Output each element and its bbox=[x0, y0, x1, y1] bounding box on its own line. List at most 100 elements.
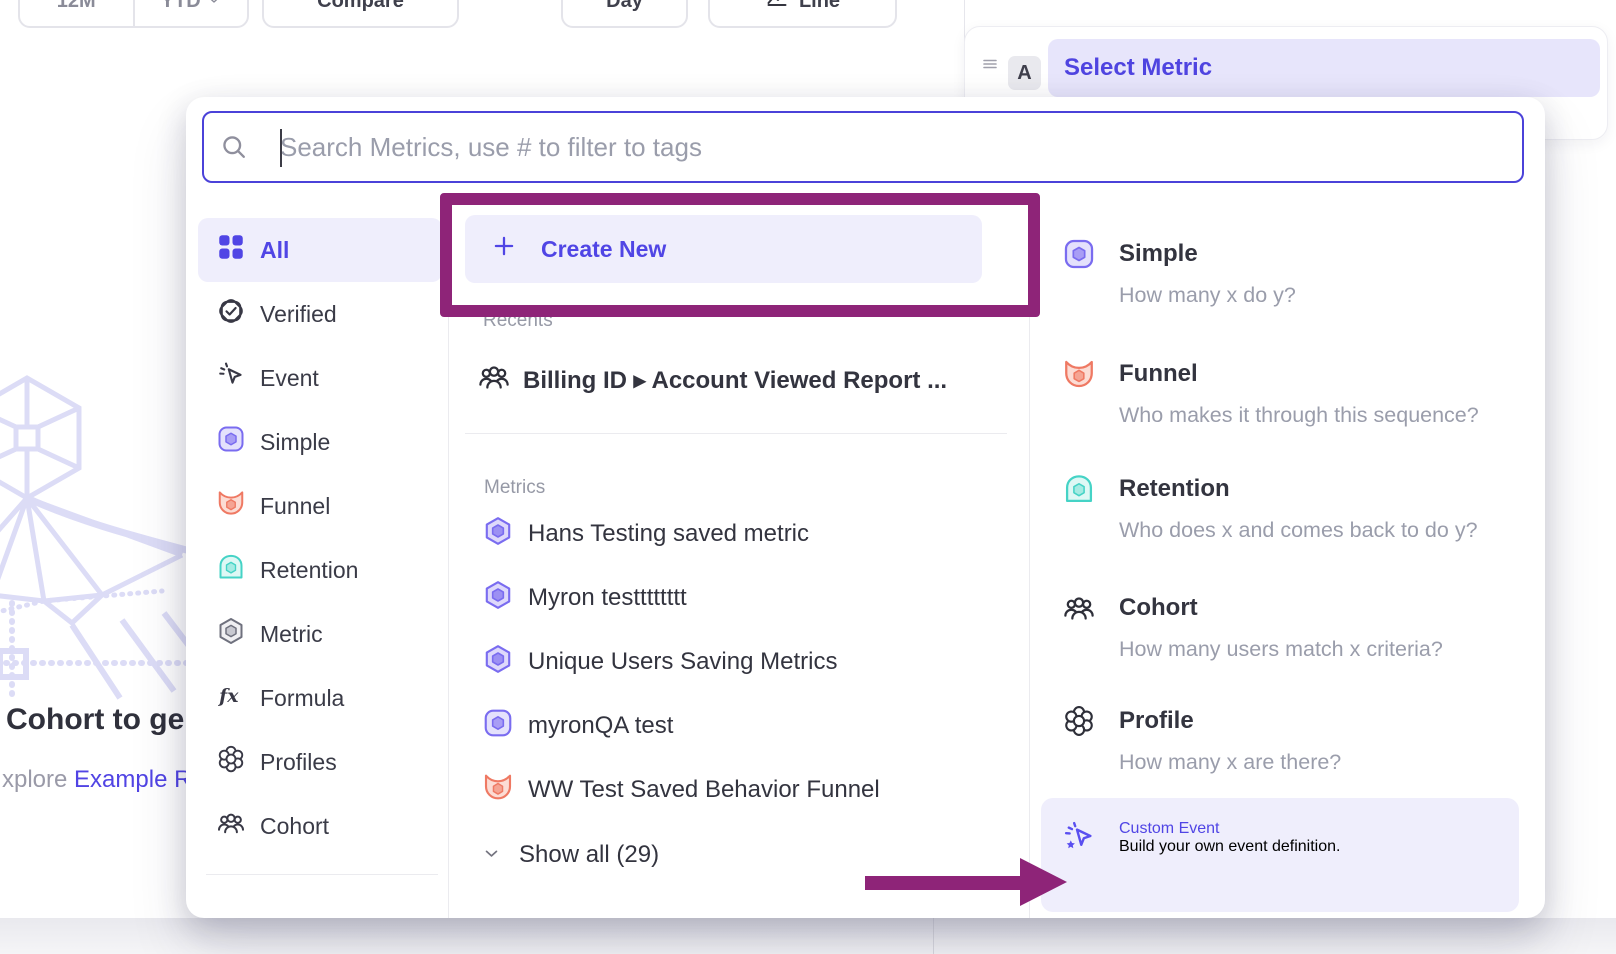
sidebar-label: Cohort bbox=[260, 813, 329, 840]
type-item-custom-event[interactable]: Custom EventBuild your own event definit… bbox=[1041, 798, 1519, 912]
sidebar-item-all[interactable]: All bbox=[198, 218, 442, 282]
create-new-button[interactable]: Create New bbox=[465, 215, 982, 283]
list-item-label: Hans Testing saved metric bbox=[528, 520, 809, 548]
search-box bbox=[202, 111, 1524, 183]
create-new-label: Create New bbox=[541, 236, 666, 263]
cohort-icon bbox=[1062, 591, 1096, 664]
search-input[interactable] bbox=[248, 131, 1522, 164]
list-item[interactable]: Unique Users Saving Metrics bbox=[482, 630, 1042, 694]
metrics-section-label: Metrics bbox=[484, 477, 545, 499]
list-item[interactable]: Hans Testing saved metric bbox=[482, 502, 1042, 566]
verified-icon bbox=[216, 296, 246, 332]
sidebar-item-formula[interactable]: fx Formula bbox=[198, 666, 442, 730]
simple-icon bbox=[1062, 237, 1096, 310]
saved-metric-icon bbox=[482, 515, 514, 554]
recents-section-label: Recents bbox=[483, 310, 553, 332]
list-item-label: myronQA test bbox=[528, 712, 673, 740]
type-title: Simple bbox=[1119, 237, 1296, 271]
drag-handle-icon[interactable] bbox=[981, 55, 999, 78]
simple-icon bbox=[482, 707, 514, 746]
sidebar-item-tags[interactable]: Tags bbox=[198, 901, 442, 918]
chart-type-label: Line bbox=[799, 0, 840, 13]
saved-metrics-list: Hans Testing saved metric Myron testtttt… bbox=[482, 502, 1042, 822]
sidebar-item-event[interactable]: Event bbox=[198, 346, 442, 410]
chart-type-button[interactable]: Line bbox=[708, 0, 897, 28]
cohort-icon bbox=[216, 808, 246, 844]
sidebar-label: Profiles bbox=[260, 749, 337, 776]
annotation-arrow bbox=[865, 876, 1022, 890]
list-item[interactable]: Myron testttttttt bbox=[482, 566, 1042, 630]
funnel-icon bbox=[216, 488, 246, 524]
sidebar-label: Formula bbox=[260, 685, 344, 712]
plus-icon bbox=[491, 233, 517, 265]
recent-item[interactable]: Billing ID ▸ Account Viewed Report ... bbox=[477, 361, 947, 399]
sidebar-item-profiles[interactable]: Profiles bbox=[198, 730, 442, 794]
type-desc: Who makes it through this sequence? bbox=[1119, 400, 1479, 430]
type-desc: How many x are there? bbox=[1119, 747, 1341, 777]
range-12m-label: 12M bbox=[57, 0, 96, 13]
sidebar-label: Retention bbox=[260, 557, 358, 584]
metric-picker-modal: All Verified Event Simple Funnel Retenti… bbox=[186, 97, 1545, 918]
section-divider bbox=[465, 433, 1007, 434]
list-item[interactable]: WW Test Saved Behavior Funnel bbox=[482, 758, 1042, 822]
sidebar-item-verified[interactable]: Verified bbox=[198, 282, 442, 346]
type-item-profile[interactable]: Profile How many x are there? bbox=[1044, 700, 1542, 777]
sidebar-label: Verified bbox=[260, 301, 337, 328]
tag-icon bbox=[216, 915, 246, 918]
type-item-cohort[interactable]: CohortHow many users match x criteria? bbox=[1044, 587, 1542, 664]
type-desc: How many x do y? bbox=[1119, 280, 1296, 310]
range-ytd-button[interactable]: YTD bbox=[135, 0, 248, 26]
sidebar-label: All bbox=[260, 237, 289, 264]
sidebar-item-cohort[interactable]: Cohort bbox=[198, 794, 442, 858]
compare-button[interactable]: Compare bbox=[262, 0, 459, 28]
sidebar-item-simple[interactable]: Simple bbox=[198, 410, 442, 474]
sidebar-label: Simple bbox=[260, 429, 330, 456]
grid-icon bbox=[216, 232, 246, 268]
list-item-label: WW Test Saved Behavior Funnel bbox=[528, 776, 880, 804]
select-metric-field[interactable]: Select Metric bbox=[1048, 39, 1600, 97]
sidebar-item-retention[interactable]: Retention bbox=[198, 538, 442, 602]
chevron-down-icon bbox=[207, 0, 221, 13]
empty-state-headline: r Cohort to ge bbox=[0, 703, 184, 737]
profile-icon bbox=[1062, 704, 1096, 777]
interval-button[interactable]: Day bbox=[561, 0, 688, 28]
annotation-arrow-head bbox=[1020, 858, 1067, 906]
sidebar-divider bbox=[206, 874, 438, 875]
type-item-simple[interactable]: Simple How many x do y? bbox=[1044, 233, 1542, 310]
simple-icon bbox=[216, 424, 246, 460]
event-icon bbox=[216, 360, 246, 396]
range-12m-button[interactable]: 12M bbox=[20, 0, 135, 26]
interval-label: Day bbox=[606, 0, 643, 13]
saved-metric-icon bbox=[482, 579, 514, 618]
show-all-label: Show all (29) bbox=[519, 841, 659, 869]
background-illustration bbox=[0, 333, 202, 708]
sidebar-column-divider bbox=[448, 205, 449, 918]
sidebar-label: Funnel bbox=[260, 493, 330, 520]
app-window: 12M YTD Compare Day Line A Select Metric bbox=[0, 0, 1616, 954]
list-item-label: Myron testttttttt bbox=[528, 584, 687, 612]
type-item-funnel[interactable]: Funnel Who makes it through this sequence… bbox=[1044, 353, 1542, 430]
type-title: Custom Event bbox=[1119, 820, 1340, 838]
list-item-label: Unique Users Saving Metrics bbox=[528, 648, 837, 676]
type-title: Funnel bbox=[1119, 357, 1479, 391]
select-metric-label: Select Metric bbox=[1064, 54, 1212, 82]
funnel-icon bbox=[482, 771, 514, 810]
type-title: Profile bbox=[1119, 704, 1341, 738]
page-bottom-strip bbox=[0, 918, 1616, 954]
metric-icon bbox=[216, 616, 246, 652]
line-chart-icon bbox=[765, 0, 789, 16]
type-desc: Who does x and comes back to do y? bbox=[1119, 515, 1478, 545]
sidebar-label: Event bbox=[260, 365, 319, 392]
type-title: Cohort bbox=[1119, 591, 1443, 625]
show-all-toggle[interactable]: Show all (29) bbox=[483, 837, 659, 873]
text-cursor bbox=[280, 129, 282, 167]
saved-metric-icon bbox=[482, 643, 514, 682]
sidebar-item-metric[interactable]: Metric bbox=[198, 602, 442, 666]
retention-icon bbox=[1062, 472, 1096, 545]
cohort-icon bbox=[477, 360, 511, 401]
sidebar-item-funnel[interactable]: Funnel bbox=[198, 474, 442, 538]
list-item[interactable]: myronQA test bbox=[482, 694, 1042, 758]
formula-icon: fx bbox=[216, 680, 246, 716]
example-reports-link[interactable]: Example R bbox=[74, 766, 191, 793]
type-item-retention[interactable]: RetentionWho does x and comes back to do… bbox=[1044, 468, 1542, 545]
